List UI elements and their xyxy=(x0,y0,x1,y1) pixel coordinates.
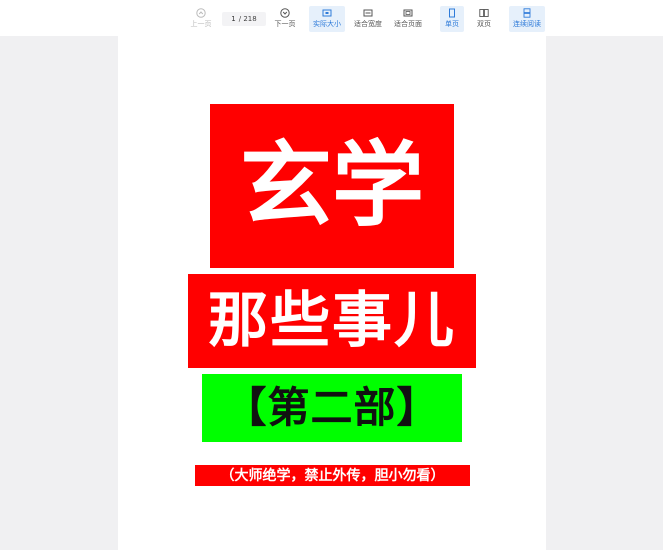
warning-banner: （大师绝学，禁止外传，胆小勿看） xyxy=(195,465,470,486)
page-indicator[interactable]: 1 / 218 xyxy=(222,12,266,26)
double-page-icon xyxy=(479,9,489,17)
book-note: （大师绝学，禁止外传，胆小勿看） xyxy=(220,467,445,484)
next-page-label: 下一页 xyxy=(274,20,296,28)
actual-size-icon xyxy=(322,9,332,17)
part-banner: 【第二部】 xyxy=(202,374,462,442)
continuous-reading-button[interactable]: 连续阅读 xyxy=(509,6,545,32)
viewer-toolbar: 上一页 1 / 218 下一页 实际大小 适合宽度 适合页面 单页 双页 连续阅… xyxy=(0,0,663,36)
document-page: 玄学 那些事儿 【第二部】 （大师绝学，禁止外传，胆小勿看） xyxy=(118,36,546,550)
fit-width-button[interactable]: 适合宽度 xyxy=(351,6,385,32)
book-title: 玄学 xyxy=(239,132,424,239)
next-page-button[interactable]: 下一页 xyxy=(270,6,300,32)
chevron-down-icon xyxy=(280,8,290,18)
fit-page-label: 适合页面 xyxy=(394,20,422,28)
double-page-button[interactable]: 双页 xyxy=(472,6,496,32)
continuous-icon xyxy=(523,8,531,18)
chevron-up-icon xyxy=(196,8,206,18)
fit-width-label: 适合宽度 xyxy=(354,20,382,28)
book-subtitle: 那些事儿 xyxy=(208,286,456,356)
fit-page-icon xyxy=(403,9,413,17)
prev-page-label: 上一页 xyxy=(190,20,212,28)
book-part: 【第二部】 xyxy=(224,383,440,432)
double-page-label: 双页 xyxy=(477,20,491,28)
single-page-button[interactable]: 单页 xyxy=(440,6,464,32)
actual-size-label: 实际大小 xyxy=(313,20,341,28)
single-page-label: 单页 xyxy=(445,20,459,28)
title-banner: 玄学 xyxy=(210,104,454,268)
current-page-number[interactable]: 1 xyxy=(231,15,235,23)
prev-page-button[interactable]: 上一页 xyxy=(186,6,216,32)
total-pages: / 218 xyxy=(238,15,257,23)
continuous-reading-label: 连续阅读 xyxy=(513,20,541,28)
actual-size-button[interactable]: 实际大小 xyxy=(309,6,345,32)
fit-page-button[interactable]: 适合页面 xyxy=(391,6,425,32)
single-page-icon xyxy=(449,8,455,18)
subtitle-banner: 那些事儿 xyxy=(188,274,476,368)
fit-width-icon xyxy=(363,9,373,17)
